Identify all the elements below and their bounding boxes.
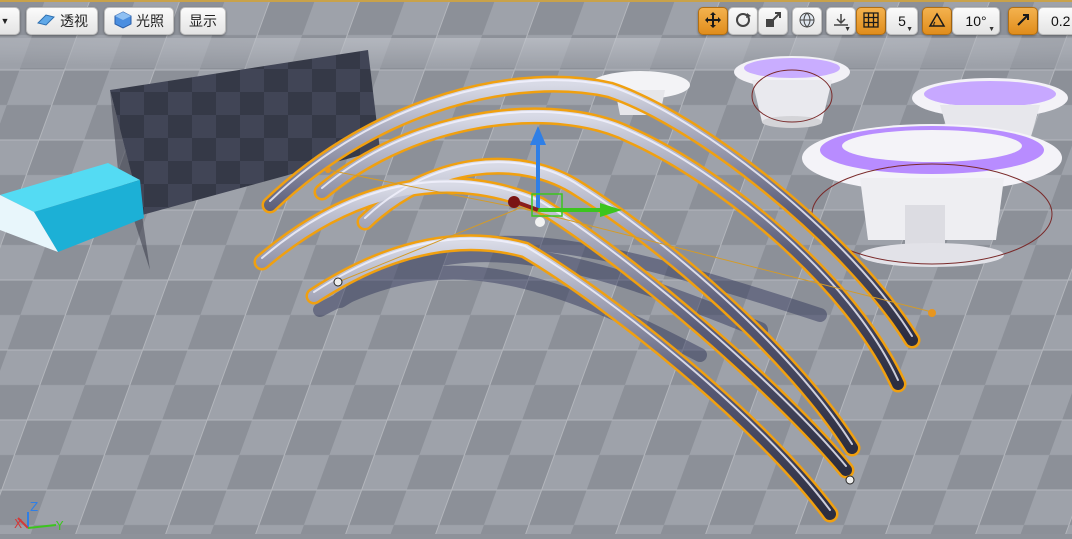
world-icon bbox=[798, 11, 816, 32]
rotate-icon bbox=[734, 11, 752, 32]
level-viewport[interactable]: Z X Y bbox=[0, 0, 1072, 534]
spline-point-handle[interactable] bbox=[333, 277, 343, 287]
perspective-button[interactable]: 透视 bbox=[26, 7, 98, 35]
rotation-snap-value-dropdown[interactable]: 10° ▼ bbox=[952, 7, 1000, 35]
viewport-options-button[interactable]: ▼ bbox=[0, 7, 20, 35]
grid-snap-value-dropdown[interactable]: 5 ▼ bbox=[886, 7, 918, 35]
viewport-top-border bbox=[0, 0, 1072, 2]
rotate-mode-button[interactable] bbox=[728, 7, 758, 35]
grid-icon bbox=[863, 11, 879, 31]
move-icon bbox=[704, 11, 722, 32]
rotation-snap-value: 10° bbox=[965, 13, 987, 29]
surface-snap-button[interactable]: ▼ bbox=[826, 7, 856, 35]
chevron-down-icon: ▼ bbox=[0, 16, 10, 26]
axis-y-label: Y bbox=[55, 519, 64, 533]
show-label: 显示 bbox=[189, 13, 217, 29]
perspective-label: 透视 bbox=[60, 13, 88, 29]
lighting-icon bbox=[114, 10, 132, 32]
lighting-button[interactable]: 光照 bbox=[104, 7, 174, 35]
chevron-down-icon: ▼ bbox=[988, 26, 995, 33]
chevron-down-icon: ▼ bbox=[906, 26, 913, 33]
axis-x-label: X bbox=[14, 517, 22, 531]
axis-z-label: Z bbox=[30, 500, 38, 514]
grid-snap-value: 5 bbox=[898, 13, 906, 29]
scale-snap-value: 0.2 bbox=[1051, 13, 1071, 29]
grid-snap-toggle[interactable] bbox=[856, 7, 886, 35]
chevron-down-icon: ▼ bbox=[844, 26, 851, 33]
scale-mode-button[interactable] bbox=[758, 7, 788, 35]
gizmo-x-arrow[interactable] bbox=[508, 196, 520, 208]
angle-icon bbox=[928, 12, 946, 31]
scale-snap-icon bbox=[1015, 12, 1031, 31]
gizmo-center[interactable] bbox=[535, 217, 545, 227]
lighting-label: 光照 bbox=[136, 13, 164, 29]
scale-icon bbox=[764, 11, 782, 32]
show-button[interactable]: 显示 bbox=[180, 7, 226, 35]
spline-point-handle[interactable] bbox=[845, 475, 855, 485]
translate-mode-button[interactable] bbox=[698, 7, 728, 35]
world-local-toggle[interactable] bbox=[792, 7, 822, 35]
scale-snap-toggle[interactable] bbox=[1008, 7, 1038, 35]
perspective-icon bbox=[36, 13, 56, 30]
scene-render[interactable]: Z X Y bbox=[0, 0, 1072, 534]
scale-snap-value-dropdown[interactable]: 0.2 bbox=[1038, 7, 1072, 35]
spline-point-handle[interactable] bbox=[928, 309, 936, 317]
rotation-snap-toggle[interactable] bbox=[922, 7, 952, 35]
spline-point-handle[interactable] bbox=[325, 167, 331, 173]
